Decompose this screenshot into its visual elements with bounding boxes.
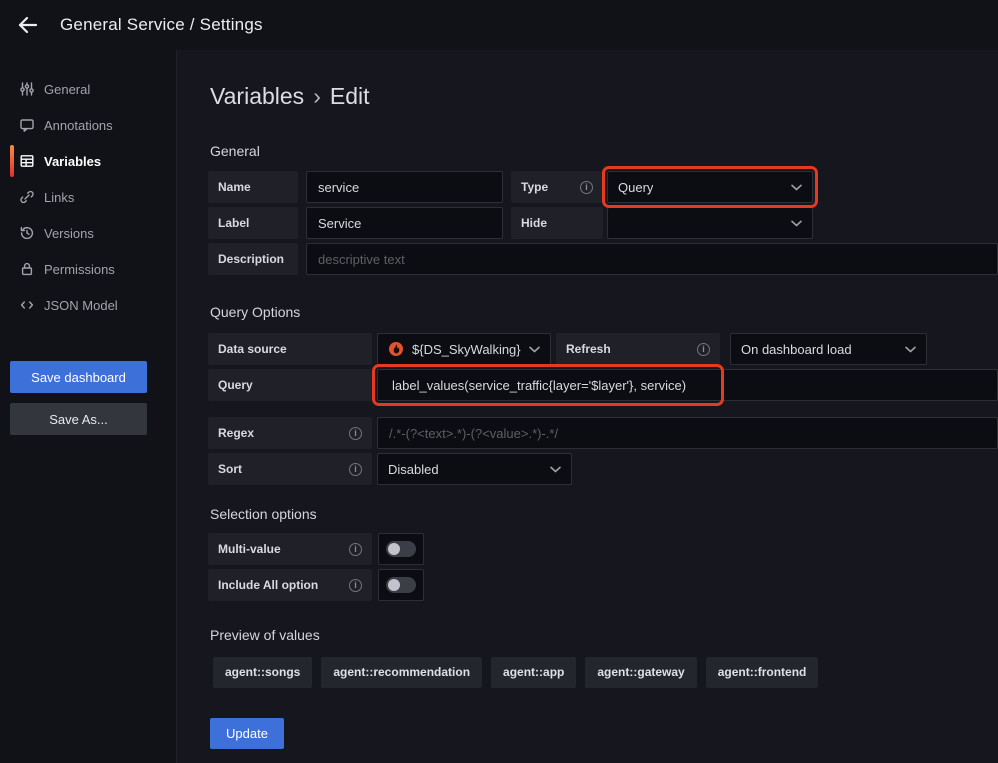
info-icon[interactable]: i (349, 427, 362, 440)
sidebar-item-links[interactable]: Links (0, 179, 176, 215)
sidebar-item-general[interactable]: General (0, 71, 176, 107)
preview-values-row: agent::songs agent::recommendation agent… (213, 657, 818, 688)
info-icon[interactable]: i (580, 181, 593, 194)
toggle-track (386, 577, 416, 593)
sidebar-item-label: Links (44, 190, 74, 205)
description-field-label: Description (208, 243, 298, 275)
sidebar-item-versions[interactable]: Versions (0, 215, 176, 251)
lock-icon (19, 261, 35, 277)
preview-value-chip: agent::app (491, 657, 576, 688)
sidebar-item-label: JSON Model (44, 298, 118, 313)
name-field-label: Name (208, 171, 298, 203)
label-field-label: Label (208, 207, 298, 239)
save-as-button[interactable]: Save As... (10, 403, 147, 435)
sidebar-item-label: Variables (44, 154, 101, 169)
label-input[interactable] (306, 207, 503, 239)
prometheus-flame-icon (388, 341, 404, 357)
update-button[interactable]: Update (210, 718, 284, 749)
name-input[interactable] (306, 171, 503, 203)
variable-editor-panel: Variables › Edit General Name Type i Que… (177, 50, 998, 763)
chevron-down-icon (791, 220, 802, 227)
code-icon (19, 297, 35, 313)
refresh-field-label: Refresh i (556, 333, 720, 365)
dashboard-settings-page: General Service / Settings General Annot… (0, 0, 998, 763)
multi-value-toggle[interactable] (378, 533, 424, 565)
breadcrumb-section: Variables (210, 83, 304, 110)
save-dashboard-button[interactable]: Save dashboard (10, 361, 147, 393)
preview-value-chip: agent::gateway (585, 657, 696, 688)
query-options-heading: Query Options (210, 304, 300, 320)
info-icon[interactable]: i (697, 343, 710, 356)
sort-select[interactable]: Disabled (377, 453, 572, 485)
history-icon (19, 225, 35, 241)
preview-heading: Preview of values (210, 627, 320, 643)
top-header: General Service / Settings (0, 0, 998, 50)
link-icon (19, 189, 35, 205)
sidebar-item-label: General (44, 82, 90, 97)
regex-field-label: Regex i (208, 417, 372, 449)
query-input[interactable]: label_values(service_traffic{layer='$lay… (377, 369, 998, 401)
preview-value-chip: agent::recommendation (321, 657, 482, 688)
comment-icon (19, 117, 35, 133)
preview-value-chip: agent::songs (213, 657, 312, 688)
sidebar-item-permissions[interactable]: Permissions (0, 251, 176, 287)
toggle-track (386, 541, 416, 557)
page-breadcrumb-title: General Service / Settings (60, 0, 263, 50)
breadcrumb-separator: › (313, 83, 321, 110)
regex-input[interactable] (377, 417, 998, 449)
sidebar-item-label: Annotations (44, 118, 113, 133)
sidebar-item-variables[interactable]: Variables (0, 143, 176, 179)
chevron-down-icon (550, 466, 561, 473)
type-select[interactable]: Query (607, 171, 813, 203)
data-source-field-label: Data source (208, 333, 372, 365)
sliders-icon (19, 81, 35, 97)
page-title: Variables › Edit (210, 83, 370, 110)
general-section-heading: General (210, 143, 260, 159)
sidebar-item-label: Permissions (44, 262, 115, 277)
chevron-down-icon (791, 184, 802, 191)
breadcrumb-page: Edit (330, 83, 370, 110)
hide-select[interactable] (607, 207, 813, 239)
sidebar-item-label: Versions (44, 226, 94, 241)
chevron-down-icon (905, 346, 916, 353)
toggle-knob (388, 579, 400, 591)
grid-icon (19, 153, 35, 169)
selection-options-heading: Selection options (210, 506, 317, 522)
hide-field-label: Hide (511, 207, 603, 239)
query-field-label: Query (208, 369, 372, 401)
settings-sidebar: General Annotations Variables Links Vers… (0, 50, 177, 763)
include-all-field-label: Include All option i (208, 569, 372, 601)
info-icon[interactable]: i (349, 579, 362, 592)
sidebar-item-annotations[interactable]: Annotations (0, 107, 176, 143)
info-icon[interactable]: i (349, 463, 362, 476)
sidebar-item-json-model[interactable]: JSON Model (0, 287, 176, 323)
preview-value-chip: agent::frontend (706, 657, 819, 688)
type-field-label: Type i (511, 171, 603, 203)
back-arrow-icon[interactable] (16, 13, 40, 37)
info-icon[interactable]: i (349, 543, 362, 556)
description-input[interactable] (306, 243, 998, 275)
multi-value-field-label: Multi-value i (208, 533, 372, 565)
sort-field-label: Sort i (208, 453, 372, 485)
toggle-knob (388, 543, 400, 555)
chevron-down-icon (529, 346, 540, 353)
include-all-toggle[interactable] (378, 569, 424, 601)
data-source-picker[interactable]: ${DS_SkyWalking} (377, 333, 551, 365)
refresh-select[interactable]: On dashboard load (730, 333, 927, 365)
